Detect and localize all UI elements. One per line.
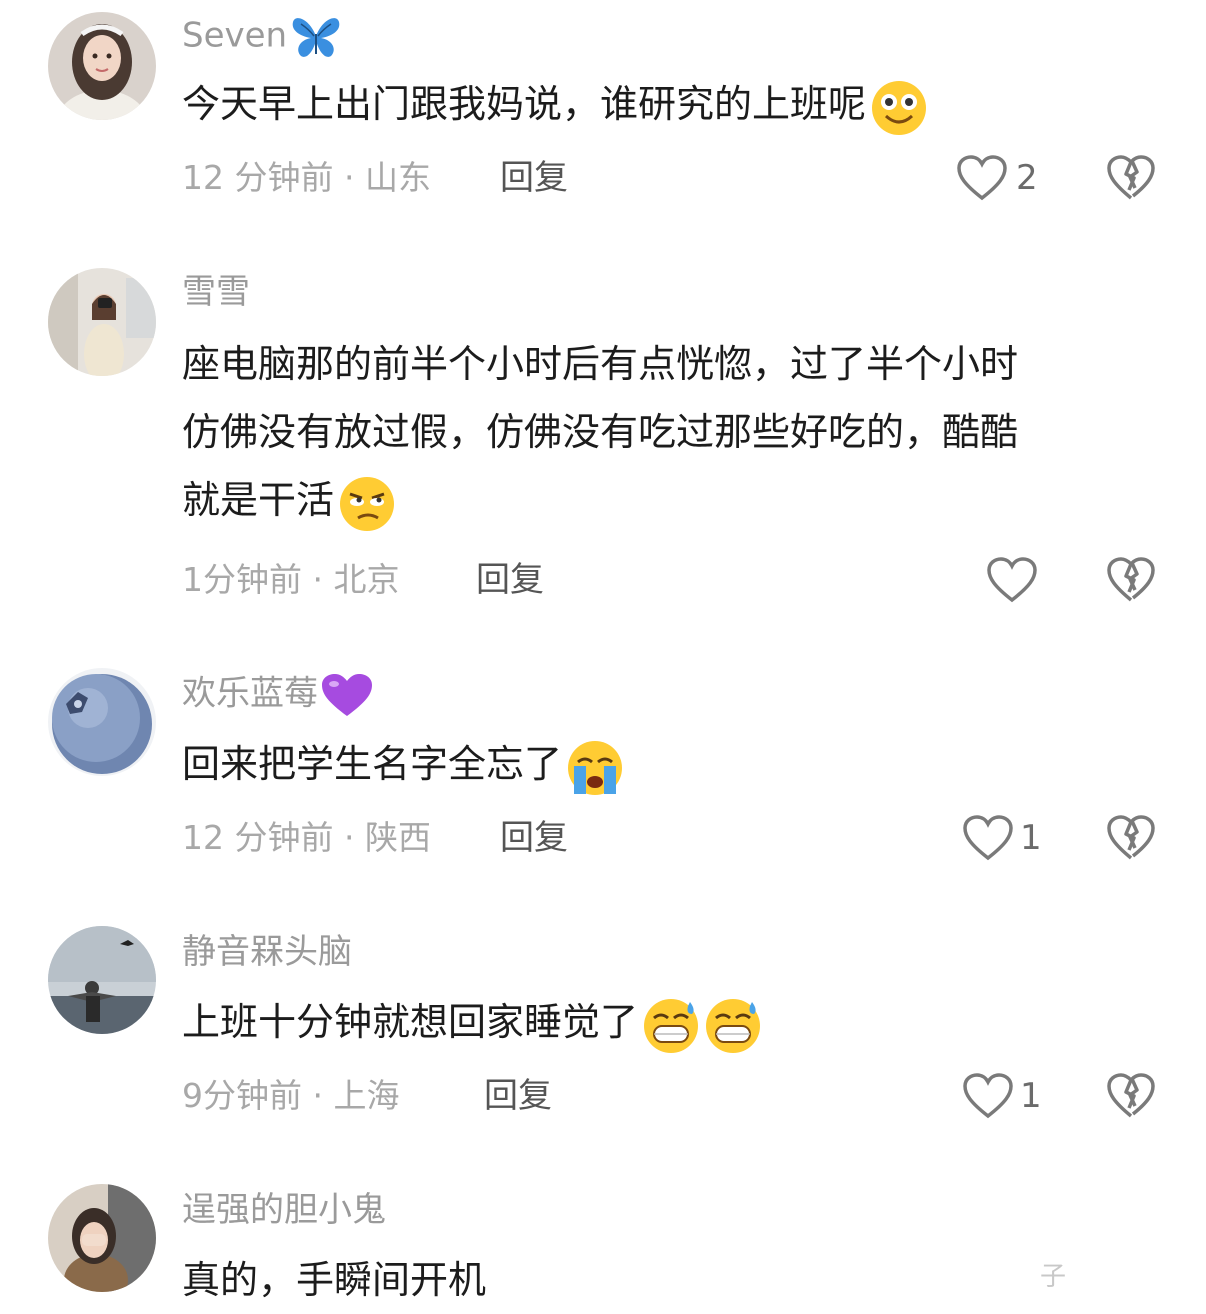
- broken-heart-icon[interactable]: [1106, 556, 1156, 604]
- username[interactable]: Seven: [182, 14, 343, 60]
- reply-button[interactable]: 回复: [500, 158, 568, 198]
- butterfly-icon: [289, 14, 343, 60]
- like-heart-icon[interactable]: [962, 814, 1014, 862]
- comment-text: 今天早上出门跟我妈说，谁研究的上班呢: [182, 70, 1162, 138]
- grinning-sweat-emoji: [642, 996, 700, 1054]
- comment-text: 上班十分钟就想回家睡觉了: [182, 988, 1162, 1056]
- avatar[interactable]: [48, 926, 156, 1034]
- reply-button[interactable]: 回复: [500, 818, 568, 858]
- timestamp-location: 1分钟前 · 北京: [182, 560, 400, 599]
- comment-text-line: 仿佛没有放过假，仿佛没有吃过那些好吃的，酷酷: [182, 410, 1019, 454]
- like-heart-icon[interactable]: [956, 154, 1008, 202]
- comment-text-line: 座电脑那的前半个小时后有点恍惚，过了半个小时: [182, 342, 1019, 386]
- purple-heart-icon: [320, 672, 374, 718]
- username[interactable]: 欢乐蓝莓: [182, 672, 374, 718]
- username[interactable]: 逞强的胆小鬼: [182, 1190, 386, 1230]
- like-heart-icon[interactable]: [962, 1072, 1014, 1120]
- comment-text: 真的，手瞬间开机: [182, 1258, 487, 1302]
- eye-roll-emoji: [338, 474, 396, 532]
- timestamp-location: 12 分钟前 · 陕西: [182, 818, 431, 857]
- timestamp-location: 9分钟前 · 上海: [182, 1076, 400, 1115]
- reply-button[interactable]: 回复: [484, 1076, 552, 1116]
- grinning-sweat-emoji: [704, 996, 762, 1054]
- avatar[interactable]: [48, 12, 156, 120]
- like-count: 2: [1016, 158, 1038, 198]
- crying-face-emoji: [566, 738, 624, 796]
- username[interactable]: 静音槑头脑: [182, 932, 352, 972]
- avatar[interactable]: [48, 668, 156, 776]
- smiling-face-emoji: [870, 78, 928, 136]
- comment-text-line: 就是干活: [182, 466, 1162, 534]
- broken-heart-icon[interactable]: [1106, 814, 1156, 862]
- avatar[interactable]: [48, 1184, 156, 1292]
- like-count: 1: [1020, 818, 1042, 858]
- broken-heart-icon[interactable]: [1106, 1072, 1156, 1120]
- comment-text: 座电脑那的前半个小时后有点恍惚，过了半个小时 仿佛没有放过假，仿佛没有吃过那些好…: [182, 330, 1162, 534]
- comment-text: 回来把学生名字全忘了: [182, 730, 1162, 798]
- like-heart-icon[interactable]: [986, 556, 1038, 604]
- broken-heart-icon[interactable]: [1106, 154, 1156, 202]
- reply-button[interactable]: 回复: [476, 560, 544, 600]
- watermark: 子: [1040, 1262, 1067, 1292]
- username[interactable]: 雪雪: [182, 272, 250, 312]
- timestamp-location: 12 分钟前 · 山东: [182, 158, 431, 197]
- avatar[interactable]: [48, 268, 156, 376]
- like-count: 1: [1020, 1076, 1042, 1116]
